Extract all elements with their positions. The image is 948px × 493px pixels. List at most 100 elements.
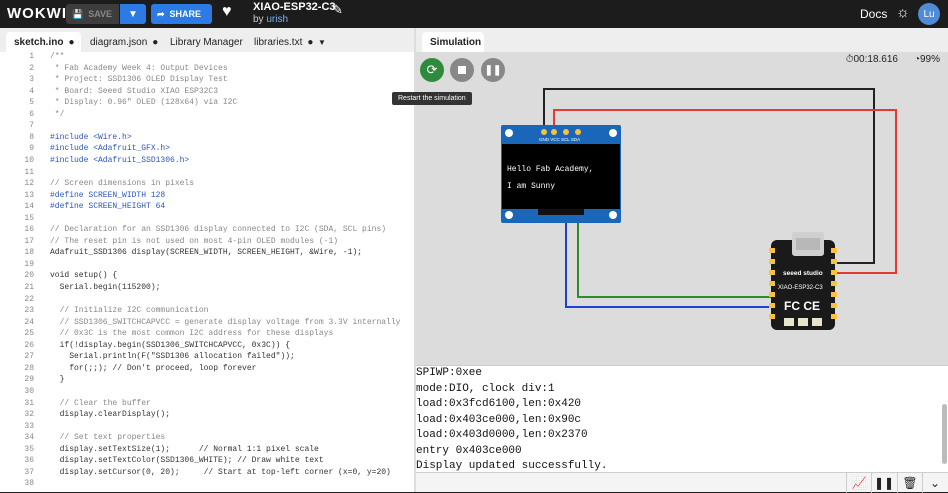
project-author: by urish: [253, 14, 288, 25]
code-line: #include <Wire.h>: [50, 132, 132, 142]
serial-monitor[interactable]: SPIWP:0xee mode:DIO, clock div:1 load:0x3f…: [416, 365, 948, 472]
heart-icon[interactable]: ♥: [222, 3, 232, 21]
board-certification-marks: FC CE: [784, 299, 820, 313]
unsaved-dot-icon: ●: [68, 36, 75, 48]
share-button[interactable]: ➦ SHARE: [151, 4, 212, 24]
save-label: SAVE: [88, 9, 113, 19]
simulation-canvas[interactable]: ⟳ ❚❚ Restart the simulation ⏱00:18.616 ◔…: [392, 52, 948, 365]
line-number: 9: [29, 144, 34, 154]
code-line: // The reset pin is not used on most 4-p…: [50, 236, 339, 246]
share-icon: ➦: [157, 8, 165, 19]
plotter-chart-icon[interactable]: 📈: [846, 473, 871, 493]
console-line: load:0x403ce000,len:0x90c: [416, 413, 582, 426]
avatar[interactable]: Lu: [918, 3, 940, 25]
code-line: // SSD1306_SWITCHCAPVCC = generate displ…: [50, 317, 401, 327]
save-button[interactable]: 💾 SAVE: [66, 4, 119, 24]
tab-label: sketch.ino: [14, 36, 64, 48]
line-number: 22: [24, 294, 34, 304]
code-line: Serial.println(F("SSD1306 allocation fai…: [50, 352, 295, 362]
code-line: * Display: 0.96" OLED (128x64) via I2C: [50, 98, 238, 108]
line-number: 18: [24, 248, 34, 258]
oled-text-line2: I am Sunny: [507, 182, 555, 191]
top-bar: WOKWI 💾 SAVE ▼ ➦ SHARE ♥ XIAO-ESP32-C3 b…: [0, 0, 948, 28]
edit-pencil-icon[interactable]: ✎: [332, 2, 343, 18]
line-number: 37: [24, 467, 34, 477]
code-line: #define SCREEN_WIDTH 128: [50, 190, 166, 200]
line-number: 27: [24, 352, 34, 362]
by-label: by: [253, 14, 264, 25]
line-number: 14: [24, 202, 34, 212]
line-number: 13: [24, 190, 34, 200]
simulation-tab-bar: Simulation: [416, 28, 948, 52]
line-number: 16: [24, 225, 34, 235]
line-number: 8: [29, 132, 34, 142]
code-line: */: [50, 109, 65, 119]
console-scrollbar[interactable]: [942, 404, 947, 464]
share-label: SHARE: [169, 9, 202, 19]
wokwi-logo[interactable]: WOKWI: [7, 5, 67, 22]
oled-pin-labels: GND VCC SCL SDA: [539, 137, 580, 142]
line-number: 36: [24, 456, 34, 466]
line-number: 24: [24, 317, 34, 327]
xiao-esp32c3-board[interactable]: seeed studio XIAO-ESP32-C3 FC CE: [769, 232, 837, 330]
tab-diagram-json[interactable]: diagram.json ●: [82, 32, 166, 52]
unsaved-dot-icon: ●: [152, 36, 159, 48]
line-number: 20: [24, 271, 34, 281]
save-dropdown-button[interactable]: ▼: [120, 4, 146, 24]
line-number: 35: [24, 444, 34, 454]
tab-sketch-ino[interactable]: sketch.ino ●: [6, 32, 81, 52]
board-model-label: XIAO-ESP32-C3: [778, 285, 823, 291]
code-line: Serial.begin(115200);: [50, 283, 161, 292]
code-line: #include <Adafruit_SSD1306.h>: [50, 155, 190, 165]
board-brand-label: seeed studio: [783, 270, 823, 277]
code-line: #define SCREEN_HEIGHT 64: [50, 202, 166, 212]
project-title: XIAO-ESP32-C3: [253, 1, 336, 13]
line-number: 11: [24, 167, 34, 177]
console-line: load:0x403d0000,len:0x2370: [416, 429, 588, 441]
tab-label: libraries.txt: [254, 36, 303, 48]
code-line: * Board: Seeed Studio XIAO ESP32C3: [50, 86, 219, 96]
tab-simulation[interactable]: Simulation: [422, 32, 484, 52]
oled-text-line1: Hello Fab Academy,: [507, 165, 593, 174]
code-line: /**: [50, 52, 65, 61]
line-number: 6: [29, 109, 34, 119]
code-line: if(!display.begin(SSD1306_SWITCHCAPVCC, …: [50, 340, 291, 350]
code-line: display.setTextColor(SSD1306_WHITE); // …: [50, 456, 324, 466]
code-editor[interactable]: 1 /** 2 * Fab Academy Week 4: Output Devic…: [0, 52, 414, 492]
line-number: 34: [24, 433, 34, 443]
console-line: mode:DIO, clock div:1: [416, 382, 555, 395]
author-link[interactable]: urish: [266, 14, 288, 25]
circuit-diagram: GND VCC SCL SDA Hello Fab Academy, I am …: [501, 88, 897, 330]
tab-label: Library Manager: [170, 36, 243, 48]
tab-overflow-menu[interactable]: ▼: [310, 32, 334, 52]
code-line: #include <Adafruit_GFX.h>: [50, 144, 171, 154]
line-number: 4: [29, 86, 34, 96]
theme-sun-icon[interactable]: ☼: [896, 4, 910, 21]
docs-link[interactable]: Docs: [860, 7, 887, 21]
tab-label: diagram.json: [90, 36, 148, 48]
line-number: 23: [24, 306, 34, 316]
chevron-down-icon: ▼: [128, 8, 138, 20]
code-line: // Clear the buffer: [50, 398, 151, 408]
chevron-down-icon: ▼: [318, 37, 326, 47]
line-number: 33: [24, 421, 34, 431]
oled-display-module[interactable]: GND VCC SCL SDA Hello Fab Academy, I am …: [501, 125, 621, 223]
code-line: void setup() {: [50, 271, 118, 281]
code-line: * Project: SSD1306 OLED Display Test: [50, 75, 228, 85]
line-number: 26: [24, 340, 34, 350]
chevron-down-icon[interactable]: ⌄: [922, 473, 947, 493]
pause-output-icon[interactable]: ❚❚: [871, 473, 896, 493]
save-icon: 💾: [72, 8, 84, 19]
line-number: 2: [29, 63, 34, 73]
trash-icon[interactable]: 🗑: [897, 473, 922, 493]
line-number: 29: [24, 375, 34, 385]
editor-tab-bar: sketch.ino ● diagram.json ● Library Manage…: [0, 28, 414, 52]
console-line: load:0x3fcd6100,len:0x420: [416, 398, 582, 410]
line-number: 28: [24, 363, 34, 373]
tab-label: Simulation: [430, 36, 482, 48]
tab-library-manager[interactable]: Library Manager: [162, 32, 251, 52]
line-number: 19: [24, 259, 34, 269]
code-line: // Declaration for an SSD1306 display co…: [50, 225, 387, 235]
code-line: // Set text properties: [50, 433, 166, 443]
console-line: Display updated successfully.: [416, 460, 608, 472]
